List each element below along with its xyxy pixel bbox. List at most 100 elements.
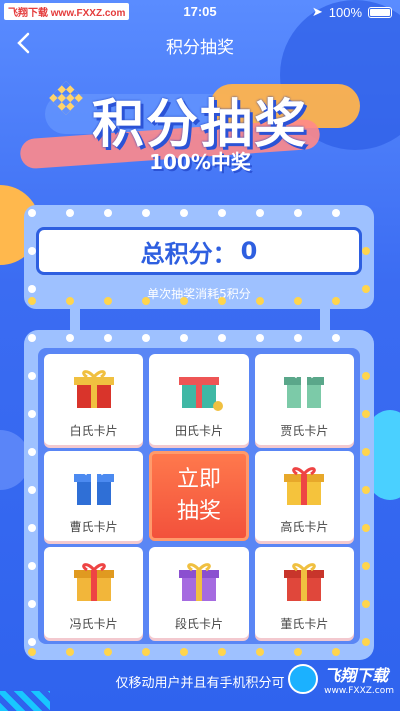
draw-button[interactable]: 立即 抽奖 <box>149 450 249 542</box>
marquee-light <box>104 209 112 217</box>
cost-note: 单次抽奖消耗5积分 <box>147 287 251 301</box>
marquee-light <box>256 297 264 305</box>
marquee-light <box>362 247 370 255</box>
marquee-light <box>142 297 150 305</box>
marquee-light <box>28 247 36 255</box>
marquee-light <box>66 648 74 656</box>
page-title: 积分抽奖 <box>166 38 234 58</box>
marquee-light <box>28 486 36 494</box>
connector-pillar <box>320 309 330 331</box>
marquee-light <box>218 334 226 342</box>
marquee-light <box>362 562 370 570</box>
marquee-light <box>142 209 150 217</box>
prize-name: 高氏卡片 <box>280 520 329 535</box>
watermark-logo-icon <box>288 664 319 694</box>
score-value: 0 <box>240 237 258 265</box>
marquee-light <box>256 334 264 342</box>
prize-name: 曹氏卡片 <box>69 520 118 535</box>
prize-name: 白氏卡片 <box>69 423 118 438</box>
marquee-light <box>66 334 74 342</box>
marquee-light <box>362 410 370 418</box>
marquee-light <box>28 648 36 656</box>
score-panel: 总积分： 0 单次抽奖消耗5积分 <box>24 205 374 309</box>
marquee-light <box>362 372 370 380</box>
marquee-light <box>180 648 188 656</box>
status-right: ➤ 100% <box>312 4 392 20</box>
prize-card[interactable]: 高氏卡片 <box>254 450 354 542</box>
prize-name: 贾氏卡片 <box>280 423 329 438</box>
marquee-light <box>180 334 188 342</box>
marquee-light <box>66 297 74 305</box>
marquee-light <box>28 297 36 305</box>
marquee-light <box>104 334 112 342</box>
draw-button-line1: 立即 <box>176 466 221 492</box>
marquee-light <box>28 334 36 342</box>
marquee-light <box>28 285 36 293</box>
marquee-light <box>332 648 340 656</box>
marquee-light <box>332 334 340 342</box>
marquee-light <box>66 209 74 217</box>
gift-box-icon <box>73 466 114 505</box>
prize-card[interactable]: 董氏卡片 <box>254 547 354 638</box>
battery-icon <box>368 6 392 18</box>
location-icon: ➤ <box>311 4 323 19</box>
marquee-light <box>362 600 370 608</box>
score-box: 总积分： 0 <box>36 227 362 275</box>
marquee-light <box>142 334 150 342</box>
marquee-light <box>28 524 36 532</box>
marquee-light <box>332 209 340 217</box>
marquee-light <box>362 285 370 293</box>
battery-percent: 100% <box>328 4 362 20</box>
prize-card[interactable]: 田氏卡片 <box>149 354 249 445</box>
watermark: 飞翔下载 www.FXXZ.com <box>288 662 394 696</box>
connector-pillar <box>70 309 80 331</box>
prize-panel: 白氏卡片 田氏卡片 贾氏卡片 曹氏卡片 立即 抽奖 高氏卡片 冯氏卡片 段氏卡片 <box>24 330 374 660</box>
gift-box-icon <box>284 563 325 602</box>
prize-card[interactable]: 冯氏卡片 <box>44 547 144 638</box>
zigzag-decor <box>0 691 50 711</box>
marquee-light <box>256 209 264 217</box>
gift-box-icon <box>178 377 223 411</box>
marquee-light <box>362 448 370 456</box>
marquee-light <box>28 209 36 217</box>
gift-box-icon <box>178 563 219 602</box>
marquee-light <box>28 372 36 380</box>
prize-name: 田氏卡片 <box>174 423 223 438</box>
prize-card[interactable]: 贾氏卡片 <box>254 354 354 445</box>
marquee-light <box>362 486 370 494</box>
gift-box-icon <box>73 563 114 602</box>
prize-name: 董氏卡片 <box>280 616 329 631</box>
marquee-light <box>294 297 302 305</box>
marquee-light <box>28 638 36 646</box>
watermark-text: 飞翔下载 <box>324 666 389 685</box>
marquee-light <box>28 600 36 608</box>
watermark-url: www.FXXZ.com <box>324 686 394 696</box>
marquee-light <box>362 638 370 646</box>
marquee-light <box>180 209 188 217</box>
marquee-light <box>362 524 370 532</box>
marquee-light <box>294 209 302 217</box>
marquee-light <box>142 648 150 656</box>
gift-box-icon <box>284 466 325 505</box>
marquee-light <box>28 562 36 570</box>
prize-card[interactable]: 白氏卡片 <box>44 354 144 445</box>
prize-name: 段氏卡片 <box>174 616 223 631</box>
prize-card[interactable]: 段氏卡片 <box>149 547 249 638</box>
score-label: 总积分： <box>140 239 237 268</box>
status-bar: 飞翔下载 www.FXXZ.com 17:05 ➤ 100% <box>0 0 400 24</box>
prize-name: 冯氏卡片 <box>69 616 118 631</box>
draw-button-line2: 抽奖 <box>176 498 221 524</box>
prize-grid: 白氏卡片 田氏卡片 贾氏卡片 曹氏卡片 立即 抽奖 高氏卡片 冯氏卡片 段氏卡片 <box>38 348 360 644</box>
marquee-light <box>180 297 188 305</box>
gift-box-icon <box>284 370 325 408</box>
banner-subtitle: 100%中奖 <box>149 150 251 174</box>
prize-card[interactable]: 曹氏卡片 <box>44 450 144 542</box>
marquee-light <box>28 448 36 456</box>
marquee-light <box>218 209 226 217</box>
marquee-light <box>218 648 226 656</box>
marquee-light <box>294 648 302 656</box>
marquee-light <box>256 648 264 656</box>
gift-box-icon <box>73 370 114 408</box>
marquee-light <box>218 297 226 305</box>
nav-bar: 积分抽奖 <box>0 24 400 64</box>
